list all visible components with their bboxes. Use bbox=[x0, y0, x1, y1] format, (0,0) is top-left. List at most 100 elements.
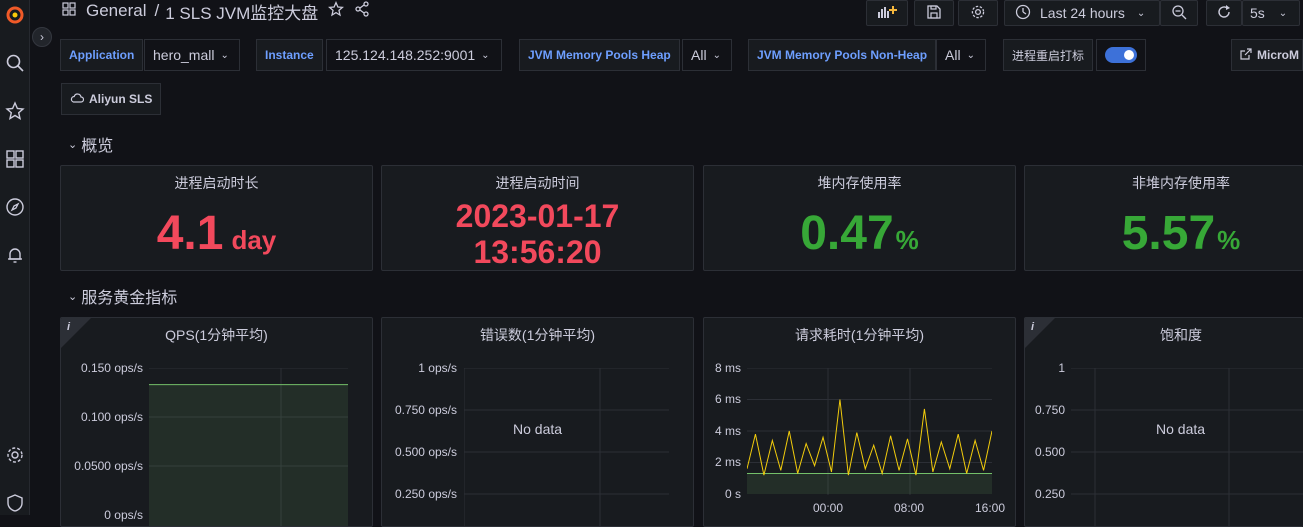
chevron-down-icon: ⌄ bbox=[1136, 7, 1146, 19]
save-icon bbox=[926, 4, 942, 23]
share-icon[interactable] bbox=[354, 0, 370, 22]
sidebar bbox=[0, 0, 30, 515]
row-golden-title: 服务黄金指标 bbox=[81, 290, 178, 307]
time-range-picker[interactable]: Last 24 hours ⌄ bbox=[1004, 0, 1160, 26]
panel-title: QPS(1分钟平均) bbox=[165, 327, 268, 343]
row-golden-metrics[interactable]: ⌄ 服务黄金指标 bbox=[68, 284, 177, 308]
y-tick: 8 ms bbox=[714, 361, 741, 375]
stat-uptime-value: 4.1 day bbox=[156, 207, 277, 260]
breadcrumb-separator: / bbox=[154, 1, 160, 20]
errors-chart bbox=[464, 368, 669, 526]
panel-start-time[interactable]: 进程启动时间 2023-01-17 13:56:20 bbox=[381, 165, 694, 271]
panel-errors[interactable]: 错误数(1分钟平均) 1 ops/s 0.750 ops/s 0.500 ops… bbox=[381, 317, 694, 527]
var-label-nonheap: JVM Memory Pools Non-Heap bbox=[748, 39, 937, 71]
y-tick: 2 ms bbox=[714, 455, 741, 469]
search-icon[interactable] bbox=[4, 52, 26, 74]
var-label-application: Application bbox=[60, 39, 144, 71]
dashboard-grid-icon bbox=[62, 1, 76, 21]
chevron-down-icon: ⌄ bbox=[966, 49, 975, 61]
panel-title: 饱和度 bbox=[1160, 327, 1202, 343]
dashboard-settings-button[interactable] bbox=[958, 0, 998, 26]
chevron-down-icon: ⌄ bbox=[481, 49, 490, 61]
dashboards-icon[interactable] bbox=[4, 148, 26, 170]
y-tick: 0.500 ops/s bbox=[394, 445, 457, 459]
stat-start-time: 13:56:20 bbox=[473, 234, 602, 270]
panel-title: 进程启动时间 bbox=[495, 175, 580, 191]
y-tick: 4 ms bbox=[714, 424, 741, 438]
panel-title: 进程启动时长 bbox=[174, 175, 259, 191]
zoom-out-icon bbox=[1171, 4, 1187, 23]
row-overview[interactable]: ⌄ 概览 bbox=[68, 132, 113, 156]
micrometer-link[interactable]: MicroM bbox=[1231, 39, 1303, 71]
y-tick: 0 s bbox=[724, 487, 741, 501]
panel-saturation[interactable]: i 饱和度 1 0.750 0.500 0.250 No data bbox=[1024, 317, 1303, 527]
zoom-out-button[interactable] bbox=[1160, 0, 1198, 26]
time-range-label: Last 24 hours bbox=[1040, 5, 1125, 21]
y-tick: 0 ops/s bbox=[104, 508, 143, 522]
breadcrumb: General / 1 SLS JVM监控大盘 bbox=[62, 0, 370, 24]
refresh-button[interactable] bbox=[1206, 0, 1242, 26]
y-tick: 1 ops/s bbox=[418, 361, 457, 375]
var-label-heap: JVM Memory Pools Heap bbox=[519, 39, 680, 71]
sidebar-expand-button[interactable]: › bbox=[32, 27, 52, 47]
breadcrumb-folder[interactable]: General bbox=[86, 1, 146, 21]
chevron-down-icon: ⌄ bbox=[1278, 7, 1288, 19]
restart-marker-toggle[interactable] bbox=[1096, 39, 1146, 71]
y-tick: 0.0500 ops/s bbox=[74, 459, 143, 473]
chevron-down-icon: ⌄ bbox=[712, 49, 721, 61]
alerting-bell-icon[interactable] bbox=[4, 244, 26, 266]
var-select-heap[interactable]: All ⌄ bbox=[682, 39, 732, 71]
qps-area bbox=[149, 384, 348, 526]
var-value-instance: 125.124.148.252:9001 bbox=[335, 47, 476, 63]
chevron-right-icon: › bbox=[40, 30, 44, 44]
panel-title: 请求耗时(1分钟平均) bbox=[794, 327, 925, 343]
gear-icon bbox=[970, 4, 986, 23]
panel-latency[interactable]: 请求耗时(1分钟平均) 8 ms 6 ms 4 ms 2 ms 0 s 00:0… bbox=[703, 317, 1016, 527]
stat-start-date: 2023-01-17 bbox=[455, 198, 620, 234]
panel-uptime[interactable]: 进程启动时长 4.1 day bbox=[60, 165, 373, 271]
settings-gear-icon[interactable] bbox=[4, 444, 26, 466]
grafana-logo-icon[interactable] bbox=[4, 4, 26, 26]
save-dashboard-button[interactable] bbox=[914, 0, 954, 26]
external-link-icon bbox=[1240, 47, 1252, 63]
no-data-label: No data bbox=[1156, 421, 1206, 437]
qps-chart bbox=[149, 368, 348, 526]
var-select-nonheap[interactable]: All ⌄ bbox=[936, 39, 986, 71]
y-tick: 0.750 bbox=[1034, 403, 1065, 417]
dashboard-title[interactable]: 1 SLS JVM监控大盘 bbox=[165, 0, 318, 24]
row-overview-title: 概览 bbox=[81, 138, 114, 155]
cloud-icon bbox=[70, 92, 85, 107]
y-tick: 1 bbox=[1058, 361, 1065, 375]
var-value-heap: All bbox=[691, 47, 707, 63]
var-label-instance: Instance bbox=[256, 39, 323, 71]
shield-icon[interactable] bbox=[4, 492, 26, 514]
toggle-switch bbox=[1105, 47, 1137, 63]
panel-title: 错误数(1分钟平均) bbox=[479, 327, 596, 343]
panel-nonheap-usage[interactable]: 非堆内存使用率 5.57% bbox=[1024, 165, 1303, 271]
y-tick: 0.250 ops/s bbox=[394, 487, 457, 501]
explore-compass-icon[interactable] bbox=[4, 196, 26, 218]
aliyun-sls-link[interactable]: Aliyun SLS bbox=[61, 83, 162, 115]
y-tick: 0.150 ops/s bbox=[80, 361, 143, 375]
stat-heap-value: 0.47% bbox=[800, 207, 919, 260]
add-panel-button[interactable] bbox=[866, 0, 908, 26]
chevron-down-icon: ⌄ bbox=[220, 49, 229, 61]
star-icon[interactable] bbox=[4, 100, 26, 122]
refresh-interval-picker[interactable]: 5s ⌄ bbox=[1242, 0, 1300, 26]
var-select-instance[interactable]: 125.124.148.252:9001 ⌄ bbox=[326, 39, 502, 71]
add-panel-icon bbox=[876, 4, 898, 23]
saturation-chart bbox=[1071, 368, 1303, 526]
restart-marker-label: 进程重启打标 bbox=[1003, 39, 1094, 71]
chevron-down-icon: ⌄ bbox=[68, 138, 78, 151]
panel-title: 非堆内存使用率 bbox=[1132, 175, 1230, 191]
panel-heap-usage[interactable]: 堆内存使用率 0.47% bbox=[703, 165, 1016, 271]
var-value-application: hero_mall bbox=[153, 47, 215, 63]
clock-icon bbox=[1015, 4, 1031, 23]
chevron-down-icon: ⌄ bbox=[68, 290, 78, 303]
aliyun-sls-link-label: Aliyun SLS bbox=[89, 92, 153, 106]
var-select-application[interactable]: hero_mall ⌄ bbox=[144, 39, 240, 71]
panel-qps[interactable]: i QPS(1分钟平均) 0.150 ops/s 0.100 ops/s 0.0… bbox=[60, 317, 373, 527]
star-icon[interactable] bbox=[328, 0, 345, 22]
no-data-label: No data bbox=[513, 421, 563, 437]
y-tick: 0.100 ops/s bbox=[80, 410, 143, 424]
